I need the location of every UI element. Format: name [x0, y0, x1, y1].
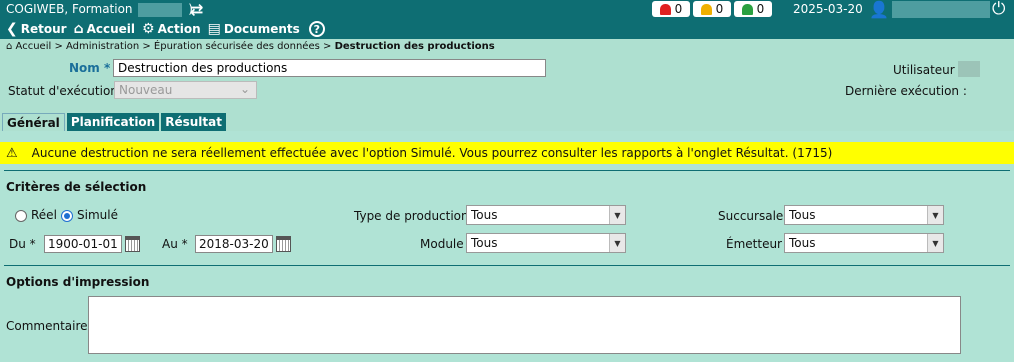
bell-icon	[659, 3, 671, 15]
breadcrumb-current: Destruction des productions	[334, 41, 495, 52]
simule-radio[interactable]	[61, 210, 73, 222]
emetteur-value: Tous	[789, 236, 816, 250]
alert-count: 0	[715, 2, 724, 16]
tab-resultat[interactable]: Résultat	[161, 113, 226, 131]
tab-general[interactable]: Général	[2, 113, 65, 131]
type-production-select[interactable]: Tous ▼	[466, 205, 626, 225]
chevron-left-icon: ❮	[6, 21, 18, 37]
au-label: Au *	[162, 237, 188, 251]
tab-bar: Général Planification Résultat	[2, 113, 226, 131]
documents-icon: ▤	[207, 21, 221, 37]
help-icon[interactable]: ?	[308, 21, 325, 37]
commentaire-textarea[interactable]	[88, 296, 961, 354]
calendar-icon[interactable]	[276, 236, 291, 252]
alert-badge-yellow[interactable]: 0	[693, 1, 731, 17]
reel-radio[interactable]	[15, 210, 27, 222]
documents-button[interactable]: ▤ Documents	[208, 22, 300, 36]
action-label: Action	[157, 22, 201, 36]
app-title: COGIWEB, Formation )	[6, 2, 193, 17]
breadcrumb-path[interactable]: > Administration > Épuration sécurisée d…	[51, 41, 334, 52]
documents-label: Documents	[223, 22, 300, 36]
main-nav: ❮ Retour ⌂ Accueil ⚙ Action ▤ Documents …	[6, 20, 325, 38]
reel-label: Réel	[31, 208, 57, 222]
power-icon[interactable]: ⏻	[992, 0, 1005, 19]
gear-icon: ⚙	[142, 21, 155, 37]
module-value: Tous	[471, 236, 498, 250]
nom-input[interactable]	[113, 59, 546, 77]
chevron-down-icon: ▼	[927, 206, 943, 224]
warning-banner: ⚠ Aucune destruction ne sera réellement …	[0, 142, 1014, 164]
emetteur-label: Émetteur	[726, 237, 782, 251]
user-icon[interactable]: 👤	[869, 0, 889, 19]
alert-badge-green[interactable]: 0	[734, 1, 772, 17]
alert-count: 0	[756, 2, 765, 16]
action-button[interactable]: ⚙ Action	[142, 22, 201, 36]
alert-badges: 0 0 0	[652, 1, 772, 17]
chevron-down-icon: ▼	[609, 234, 625, 252]
redacted-utilisateur	[958, 61, 980, 77]
nom-label: Nom *	[69, 61, 111, 75]
statut-select: Nouveau ⌄	[114, 81, 257, 99]
module-select[interactable]: Tous ▼	[466, 233, 626, 253]
top-bar: COGIWEB, Formation ) ⇄ ❮ Retour ⌂ Accuei…	[0, 0, 1014, 39]
commentaire-label: Commentaire	[6, 319, 88, 333]
simule-label: Simulé	[77, 208, 118, 222]
type-production-label: Type de production	[354, 209, 469, 223]
tab-planification[interactable]: Planification	[66, 113, 160, 131]
du-date-input[interactable]: 1900-01-01	[44, 235, 122, 253]
derniere-execution-label: Dernière exécution :	[845, 84, 967, 98]
warning-icon: ⚠	[6, 145, 18, 161]
redacted-username	[892, 1, 990, 18]
back-button[interactable]: ❮ Retour	[6, 22, 67, 36]
breadcrumb-home[interactable]: Accueil	[16, 41, 52, 52]
section-divider	[4, 265, 1010, 266]
chevron-down-icon: ⌄	[239, 82, 250, 96]
chevron-down-icon: ▼	[609, 206, 625, 224]
module-label: Module	[420, 237, 464, 251]
bell-icon	[741, 3, 753, 15]
section-divider	[4, 170, 1010, 171]
bell-icon	[700, 3, 712, 15]
alert-count: 0	[674, 2, 683, 16]
switch-company-icon[interactable]: ⇄	[190, 0, 203, 19]
current-date: 2025-03-20	[793, 2, 863, 16]
home-label: Accueil	[86, 22, 136, 36]
breadcrumb: ⌂ Accueil > Administration > Épuration s…	[6, 41, 495, 52]
succursale-value: Tous	[789, 208, 816, 222]
succursale-select[interactable]: Tous ▼	[784, 205, 944, 225]
app-title-text: COGIWEB, Formation	[6, 2, 133, 16]
warning-text: Aucune destruction ne sera réellement ef…	[31, 146, 833, 160]
home-icon: ⌂	[6, 41, 13, 52]
print-options-title: Options d'impression	[6, 275, 150, 289]
au-date-input[interactable]: 2018-03-20	[195, 235, 273, 253]
utilisateur-label: Utilisateur :	[893, 63, 963, 77]
chevron-down-icon: ▼	[927, 234, 943, 252]
statut-label: Statut d'exécution	[8, 84, 118, 98]
statut-value: Nouveau	[119, 83, 173, 97]
type-production-value: Tous	[471, 208, 498, 222]
calendar-icon[interactable]	[125, 236, 140, 252]
home-icon: ⌂	[73, 21, 84, 37]
redacted-title-part	[138, 2, 183, 17]
succursale-label: Succursale	[718, 209, 784, 223]
back-label: Retour	[20, 22, 67, 36]
emetteur-select[interactable]: Tous ▼	[784, 233, 944, 253]
du-label: Du *	[9, 237, 36, 251]
home-button[interactable]: ⌂ Accueil	[74, 22, 135, 36]
criteria-title: Critères de sélection	[6, 180, 147, 194]
alert-badge-red[interactable]: 0	[652, 1, 690, 17]
